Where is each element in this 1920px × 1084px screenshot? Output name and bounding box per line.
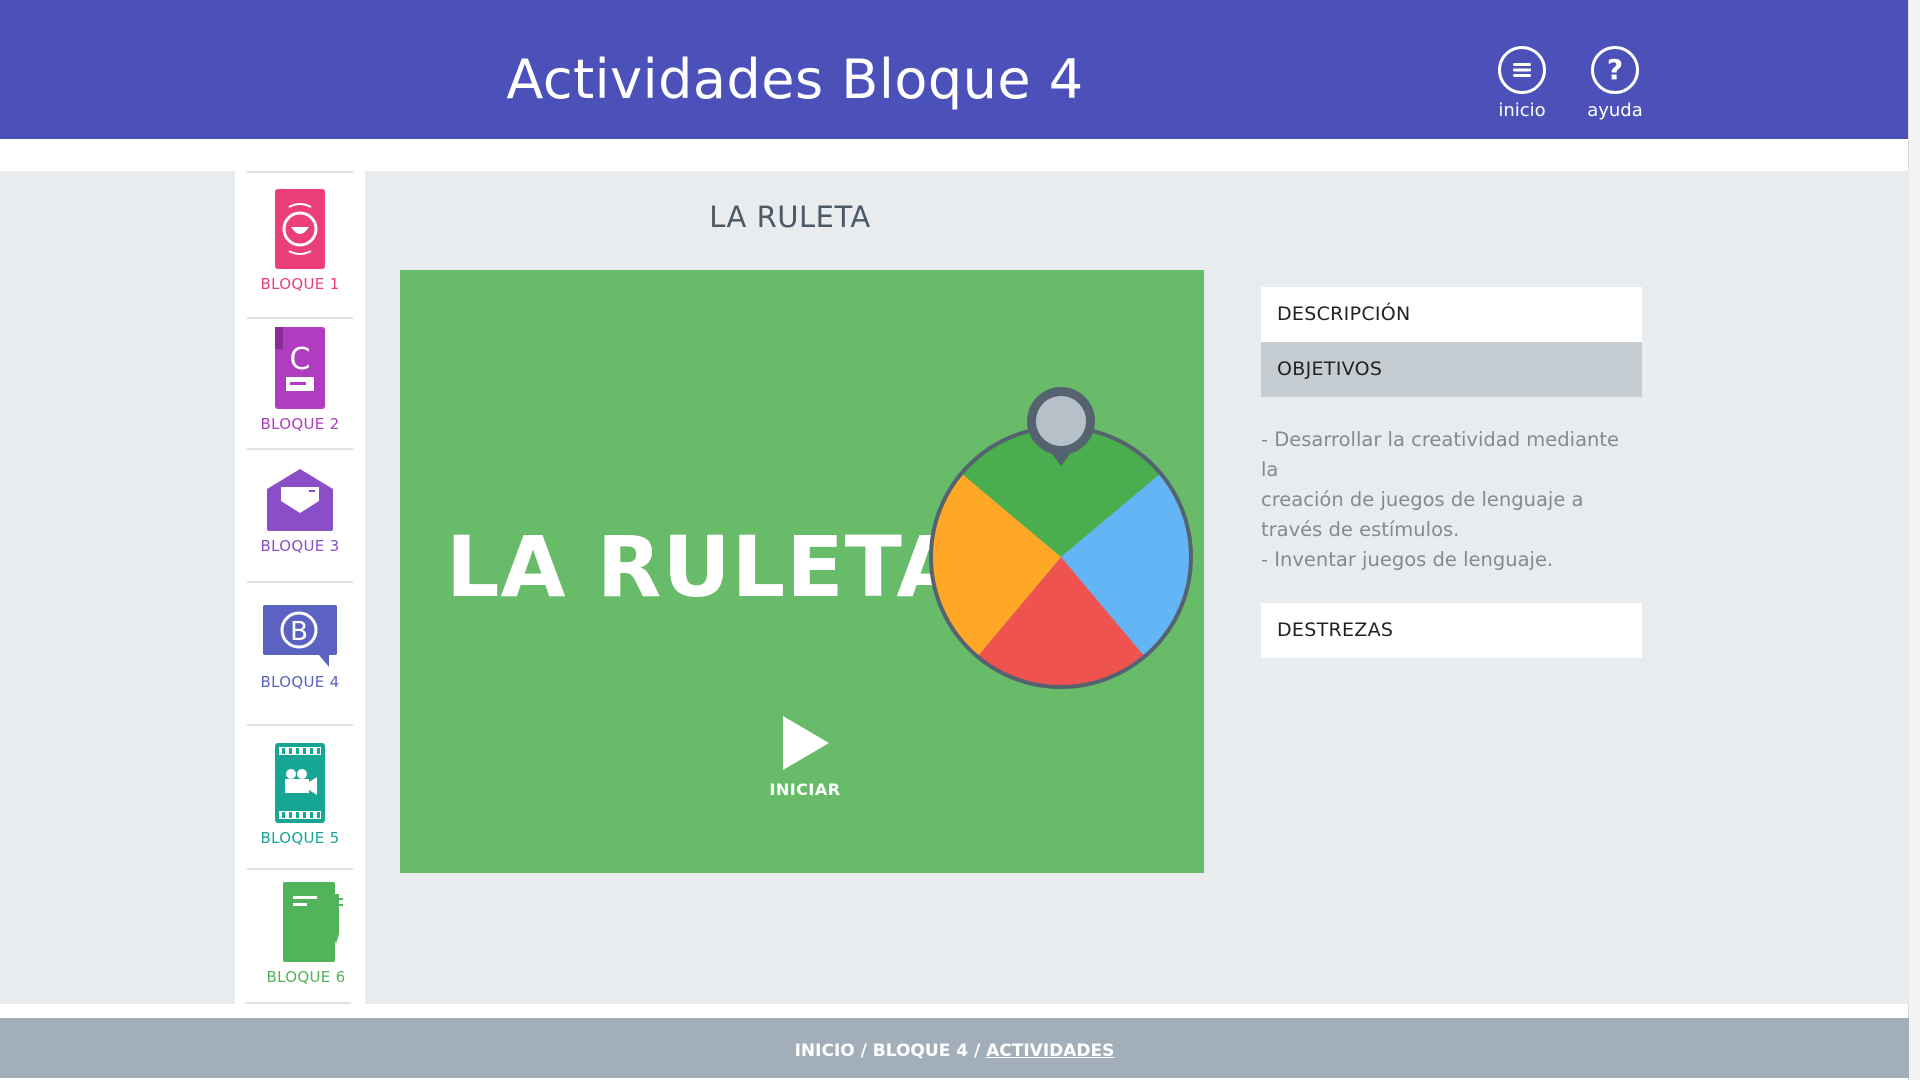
notebook-pen-icon	[283, 882, 343, 962]
objectives-text: - Desarrollar la creatividad mediante la…	[1261, 425, 1642, 575]
game-card-title: LA RULETA	[446, 518, 963, 616]
breadcrumb: INICIO / BLOQUE 4 / ACTIVIDADES	[0, 1018, 1909, 1078]
ayuda-label: ayuda	[1587, 100, 1643, 121]
roulette-wheel-icon	[929, 387, 1193, 689]
ayuda-button[interactable]: ? ayuda	[1570, 46, 1660, 121]
book-c-icon: C	[275, 327, 325, 409]
sidebar-item-bloque-1[interactable]: BLOQUE 1	[235, 187, 365, 293]
breadcrumb-inicio[interactable]: INICIO	[795, 1041, 855, 1061]
sidebar-divider	[247, 581, 353, 583]
start-button[interactable]: INICIAR	[745, 714, 865, 799]
sidebar-divider	[247, 448, 353, 450]
sidebar-item-bloque-3[interactable]: BLOQUE 3	[235, 467, 365, 555]
sidebar-item-bloque-4[interactable]: B BLOQUE 4	[235, 603, 365, 691]
sidebar-divider	[247, 171, 353, 173]
objective-line: través de estímulos.	[1261, 518, 1460, 541]
svg-text:C: C	[290, 342, 311, 377]
sidebar-item-label: BLOQUE 5	[260, 829, 340, 847]
window-scrollbar[interactable]	[1908, 0, 1920, 1080]
activity-title: LA RULETA	[709, 200, 871, 234]
tab-descripcion[interactable]: DESCRIPCIÓN	[1261, 287, 1642, 342]
sidebar-item-bloque-5[interactable]: BLOQUE 5	[235, 741, 365, 847]
breadcrumb-separator: /	[968, 1041, 987, 1061]
sidebar-item-bloque-6[interactable]: BLOQUE 6	[241, 880, 371, 986]
play-icon	[783, 716, 829, 770]
objective-line: - Inventar juegos de lenguaje.	[1261, 548, 1554, 571]
page-title: Actividades Bloque 4	[506, 48, 1084, 111]
top-header: Actividades Bloque 4 inicio ? ayuda	[0, 0, 1909, 139]
bloques-sidebar: BLOQUE 1 C BLOQUE 2 BLOQUE 3 B BLOQUE 4 …	[235, 171, 365, 1004]
film-camera-icon	[275, 743, 325, 823]
objective-line: - Desarrollar la creatividad mediante la	[1261, 428, 1620, 481]
breadcrumb-actividades[interactable]: ACTIVIDADES	[986, 1041, 1114, 1061]
start-label: INICIAR	[769, 780, 841, 799]
tab-objetivos[interactable]: OBJETIVOS	[1261, 342, 1642, 397]
objective-line: creación de juegos de lenguaje a	[1261, 488, 1584, 511]
chat-b-icon: B	[263, 605, 337, 667]
sidebar-divider	[247, 317, 353, 319]
sidebar-item-label: BLOQUE 4	[260, 673, 340, 691]
svg-text:B: B	[290, 617, 308, 647]
breadcrumb-separator: /	[854, 1041, 873, 1061]
sidebar-item-label: BLOQUE 6	[266, 968, 346, 986]
tab-destrezas[interactable]: DESTREZAS	[1261, 603, 1642, 658]
inicio-button[interactable]: inicio	[1477, 46, 1567, 121]
sidebar-divider	[245, 1002, 351, 1004]
game-preview-card[interactable]: LA RULETA INICIAR	[400, 270, 1204, 873]
help-icon: ?	[1591, 46, 1639, 94]
phone-smile-icon	[275, 189, 325, 269]
sidebar-divider	[247, 724, 353, 726]
sidebar-item-bloque-2[interactable]: C BLOQUE 2	[235, 325, 365, 433]
envelope-icon	[267, 469, 333, 531]
breadcrumb-bloque-4[interactable]: BLOQUE 4	[873, 1041, 968, 1061]
sidebar-divider	[247, 868, 353, 870]
sidebar-item-label: BLOQUE 2	[260, 415, 340, 433]
inicio-label: inicio	[1498, 100, 1546, 121]
sidebar-item-label: BLOQUE 1	[260, 275, 340, 293]
menu-icon	[1498, 46, 1546, 94]
sidebar-item-label: BLOQUE 3	[260, 537, 340, 555]
